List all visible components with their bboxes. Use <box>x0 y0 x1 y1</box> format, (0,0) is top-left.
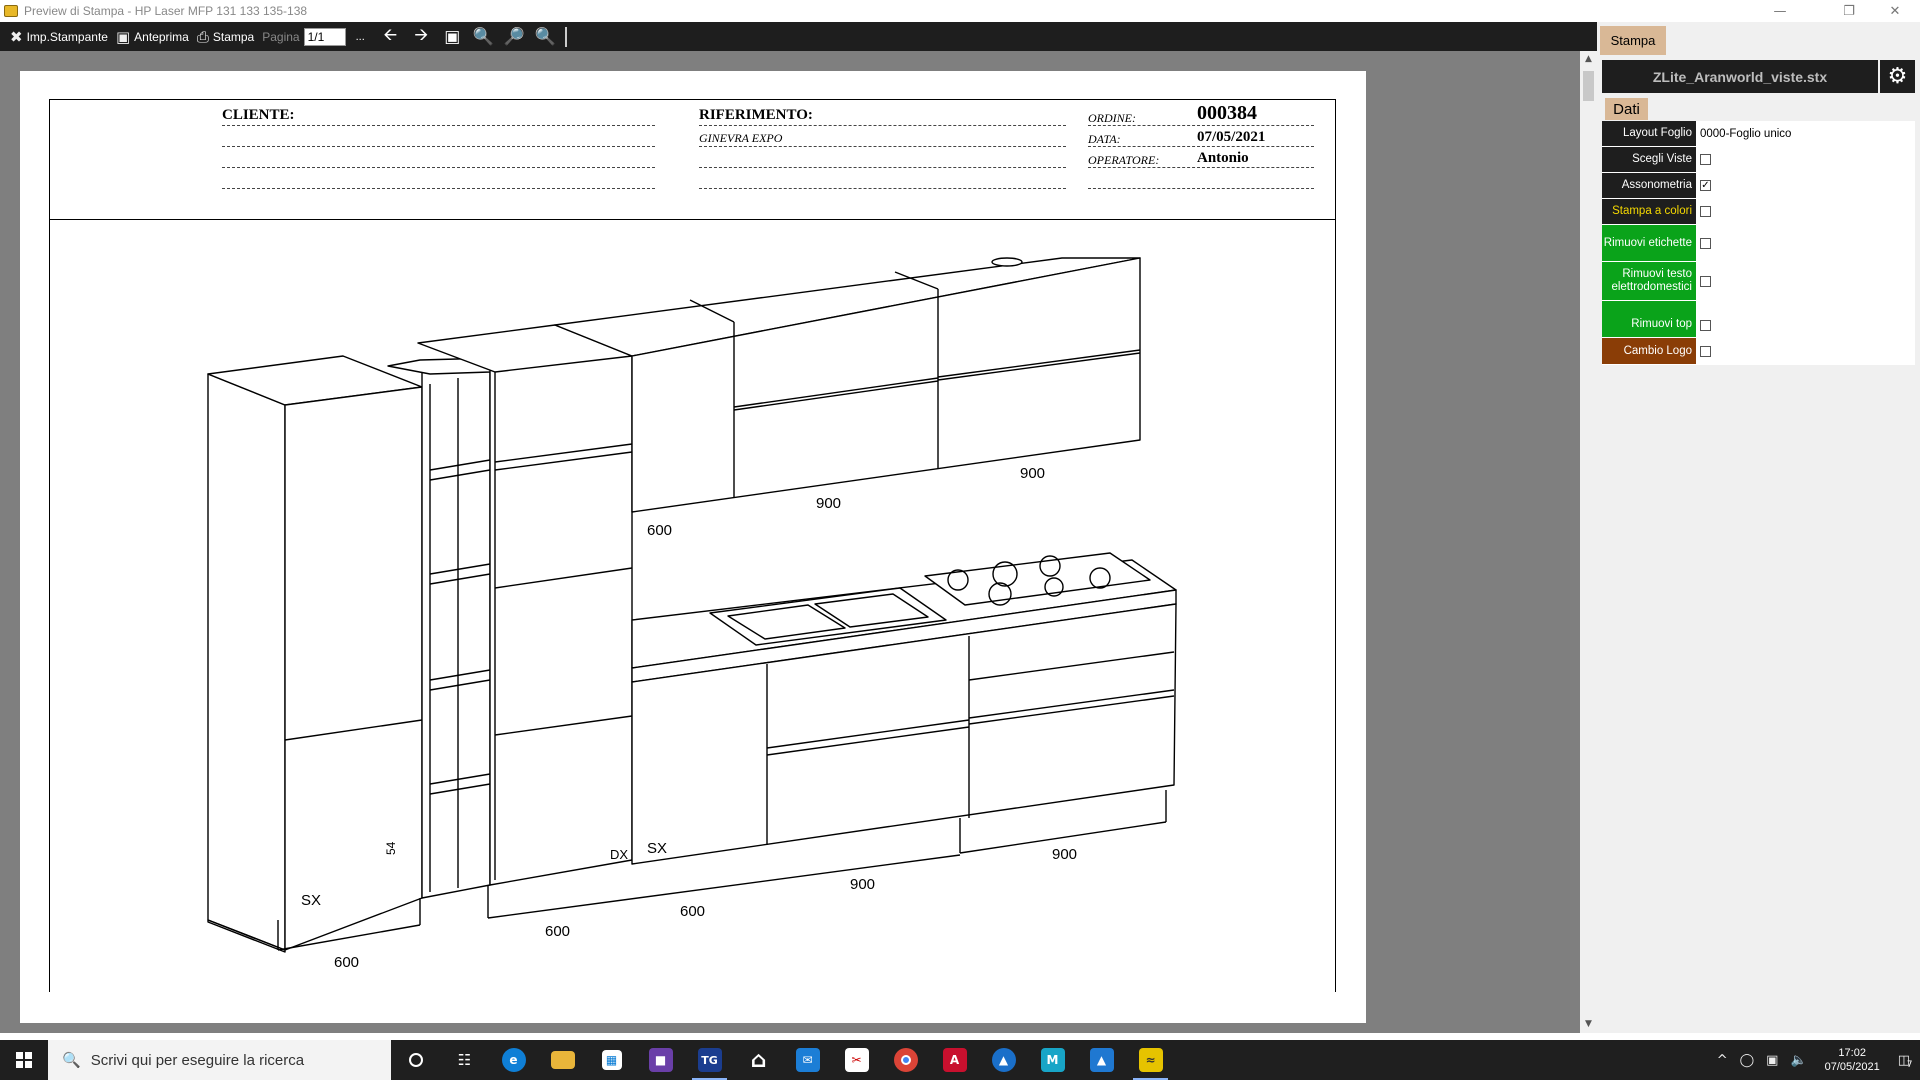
assonometria-label: Assonometria <box>1602 173 1696 198</box>
dim-base-mid: 600 <box>680 903 705 920</box>
notification-count: 7 <box>1906 1059 1913 1070</box>
scegli-viste-checkbox[interactable] <box>1700 154 1711 165</box>
cambio-logo-label: Cambio Logo <box>1602 338 1696 364</box>
rimuovi-testo-label: Rimuovi testo elettrodomestici <box>1602 262 1696 300</box>
task-view-icon[interactable]: ☷ <box>440 1040 489 1080</box>
row-cambio-logo: Cambio Logo <box>1602 338 1915 364</box>
row-layout-foglio: Layout Foglio 0000-Foglio unico <box>1602 121 1915 146</box>
dim-base-center: 900 <box>850 876 875 893</box>
taskbar: 🔍 Scrivi qui per eseguire la ricerca ☷ e… <box>0 1040 1920 1080</box>
scegli-viste-label: Scegli Viste <box>1602 147 1696 172</box>
search-icon: 🔍 <box>62 1051 81 1069</box>
meet-now-icon[interactable]: ◯ <box>1740 1053 1755 1068</box>
volume-icon[interactable]: 🔈 <box>1790 1053 1806 1068</box>
stampa-colori-label: Stampa a colori <box>1602 199 1696 224</box>
clock-date: 07/05/2021 <box>1824 1061 1880 1073</box>
row-scegli-viste: Scegli Viste <box>1602 147 1915 172</box>
home-icon[interactable]: ⌂ <box>734 1040 783 1080</box>
assonometria-checkbox[interactable]: ✓ <box>1700 180 1711 191</box>
layout-foglio-value[interactable]: 0000-Foglio unico <box>1696 121 1915 146</box>
system-tray: ^ ◯ ▣ 🔈 17:02 07/05/2021 ◫ 7 <box>1711 1040 1920 1080</box>
dim-wall-mid: 900 <box>816 495 841 512</box>
rimuovi-top-checkbox[interactable] <box>1700 320 1711 331</box>
taskbar-search[interactable]: 🔍 Scrivi qui per eseguire la ricerca <box>48 1040 391 1080</box>
properties-grid: Layout Foglio 0000-Foglio unico Scegli V… <box>1602 121 1915 365</box>
acrobat-icon[interactable]: A <box>930 1040 979 1080</box>
start-button[interactable] <box>0 1040 48 1080</box>
row-assonometria: Assonometria ✓ <box>1602 173 1915 198</box>
dim-base-right: 900 <box>1052 846 1077 863</box>
rimuovi-top-label: Rimuovi top <box>1602 301 1696 337</box>
network-icon[interactable]: ▣ <box>1766 1053 1778 1068</box>
cortana-icon[interactable] <box>391 1040 440 1080</box>
clock[interactable]: 17:02 07/05/2021 <box>1825 1046 1880 1074</box>
base-cabinets <box>631 552 1177 865</box>
m-app-icon[interactable]: M <box>1028 1040 1077 1080</box>
clock-time: 17:02 <box>1838 1047 1866 1059</box>
tg-app-icon[interactable]: TG <box>685 1040 734 1080</box>
rimuovi-etichette-checkbox[interactable] <box>1700 237 1711 249</box>
tab-dati[interactable]: Dati <box>1605 98 1648 120</box>
file-explorer-icon[interactable] <box>538 1040 587 1080</box>
hinge-label-2: DX <box>610 847 628 862</box>
delta-app-icon[interactable]: ▲ <box>979 1040 1028 1080</box>
layout-foglio-label: Layout Foglio <box>1602 121 1696 146</box>
notifications-icon[interactable]: ◫ 7 <box>1898 1053 1913 1070</box>
dim-tall-width: 600 <box>334 954 359 971</box>
hinge-label-1: SX <box>301 892 321 909</box>
side-measure: 54 <box>384 841 398 855</box>
hinge-label-3: SX <box>647 840 667 857</box>
cambio-logo-checkbox[interactable] <box>1700 345 1711 357</box>
windows-logo-icon <box>16 1052 32 1068</box>
show-hidden-icons[interactable]: ^ <box>1717 1053 1728 1068</box>
mail-icon[interactable]: ✉ <box>783 1040 832 1080</box>
edge-icon[interactable]: e <box>489 1040 538 1080</box>
store-icon[interactable]: ▦ <box>587 1040 636 1080</box>
stampa-colori-checkbox[interactable] <box>1700 206 1711 217</box>
dim-wall-right: 900 <box>1020 465 1045 482</box>
dim-base-left: 600 <box>545 923 570 940</box>
wall-cabinets <box>554 257 1141 513</box>
photos-icon[interactable]: ▲ <box>1077 1040 1126 1080</box>
snipping-icon[interactable]: ✂ <box>832 1040 881 1080</box>
rimuovi-etichette-label: Rimuovi etichette <box>1602 225 1696 261</box>
chrome-icon[interactable] <box>881 1040 930 1080</box>
paint-app-icon[interactable]: ■ <box>636 1040 685 1080</box>
layout-file-name[interactable]: ZLite_Aranworld_viste.stx <box>1602 60 1878 93</box>
gear-icon[interactable]: ⚙ <box>1880 60 1915 93</box>
row-rimuovi-top: Rimuovi top <box>1602 301 1915 337</box>
rimuovi-testo-checkbox[interactable] <box>1700 275 1711 287</box>
row-rimuovi-etichette: Rimuovi etichette <box>1602 225 1915 261</box>
dim-wall-left: 600 <box>647 522 672 539</box>
row-stampa-colori: Stampa a colori <box>1602 199 1915 224</box>
row-rimuovi-testo: Rimuovi testo elettrodomestici <box>1602 262 1915 300</box>
tab-stampa[interactable]: Stampa <box>1600 26 1666 55</box>
print-preview-app-icon[interactable]: ≈ <box>1126 1040 1175 1080</box>
tall-cabinet <box>207 355 423 953</box>
search-placeholder: Scrivi qui per eseguire la ricerca <box>90 1051 305 1069</box>
